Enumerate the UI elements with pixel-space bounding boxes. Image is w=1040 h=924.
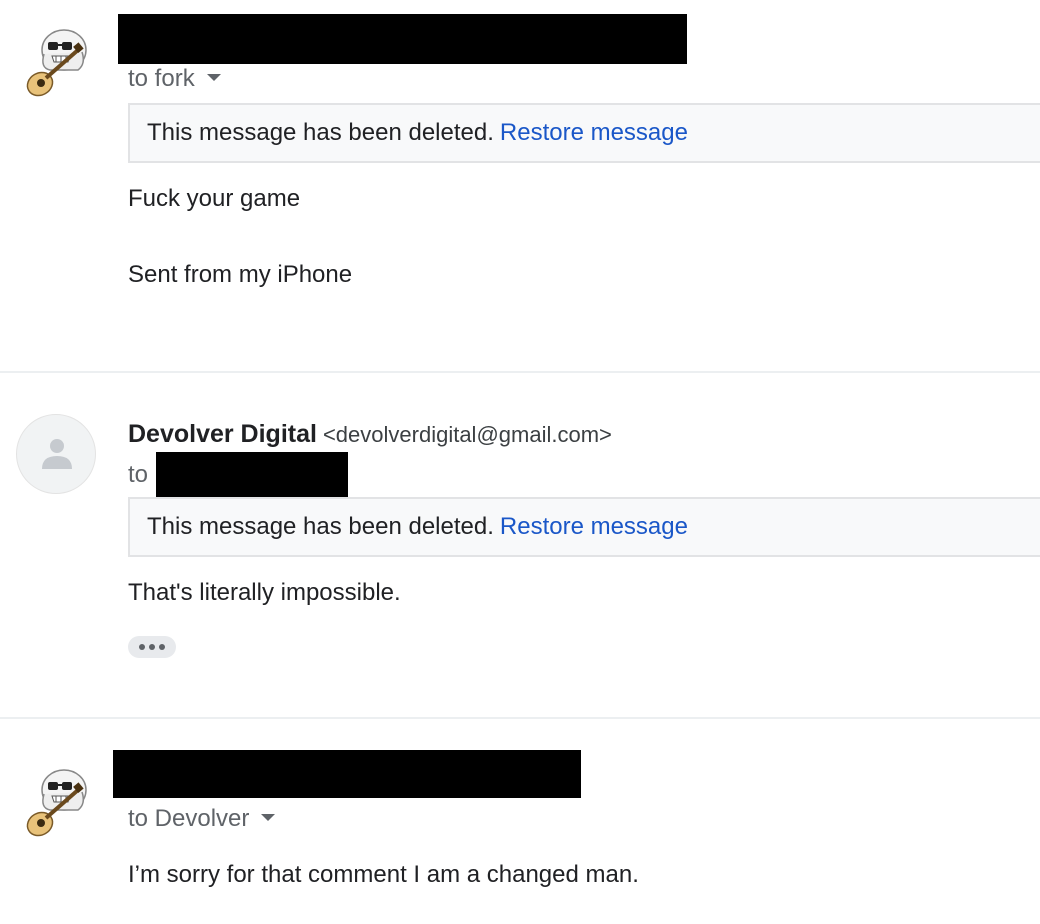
message-body-line: I’m sorry for that comment I am a change…: [128, 861, 639, 888]
restore-message-link[interactable]: Restore message: [500, 119, 688, 146]
message-divider: [0, 717, 1040, 719]
message-signature: Sent from my iPhone: [128, 261, 353, 288]
recipient-line[interactable]: to Devolver: [128, 804, 276, 834]
recipient-line[interactable]: to: [128, 460, 148, 490]
deleted-notice-box: This message has been deleted. Restore me…: [128, 497, 1040, 557]
redacted-sender: [118, 14, 687, 64]
redacted-recipient: [156, 452, 348, 498]
ghost-guitar-avatar-icon[interactable]: [20, 764, 96, 840]
deleted-notice-text: This message has been deleted.: [147, 513, 494, 540]
ghost-guitar-avatar-icon[interactable]: [20, 24, 96, 100]
recipient-label: to Devolver: [128, 805, 250, 832]
redacted-sender: [113, 750, 581, 798]
message-body-line: That's literally impossible.: [128, 579, 401, 606]
sender-email: <devolverdigital@gmail.com>: [322, 422, 612, 447]
more-dots-icon: [149, 644, 155, 650]
message-divider: [0, 371, 1040, 373]
restore-message-link[interactable]: Restore message: [500, 513, 688, 540]
more-dots-icon: [159, 644, 165, 650]
avatar[interactable]: [16, 414, 96, 494]
more-dots-icon: [139, 644, 145, 650]
person-icon: [42, 439, 72, 469]
show-trimmed-content-button[interactable]: [128, 636, 176, 658]
caret-down-icon[interactable]: [206, 74, 221, 82]
recipient-label: to fork: [128, 65, 195, 92]
deleted-notice-text: This message has been deleted.: [147, 119, 494, 146]
deleted-notice-box: This message has been deleted. Restore me…: [128, 103, 1040, 163]
caret-down-icon[interactable]: [261, 814, 276, 822]
recipient-label: to: [128, 461, 149, 488]
recipient-line[interactable]: to fork: [128, 64, 221, 94]
sender-line: Devolver Digital <devolverdigital@gmail.c…: [128, 418, 612, 454]
message-body-line: Fuck your game: [128, 185, 301, 212]
sender-name[interactable]: Devolver Digital: [128, 420, 317, 448]
